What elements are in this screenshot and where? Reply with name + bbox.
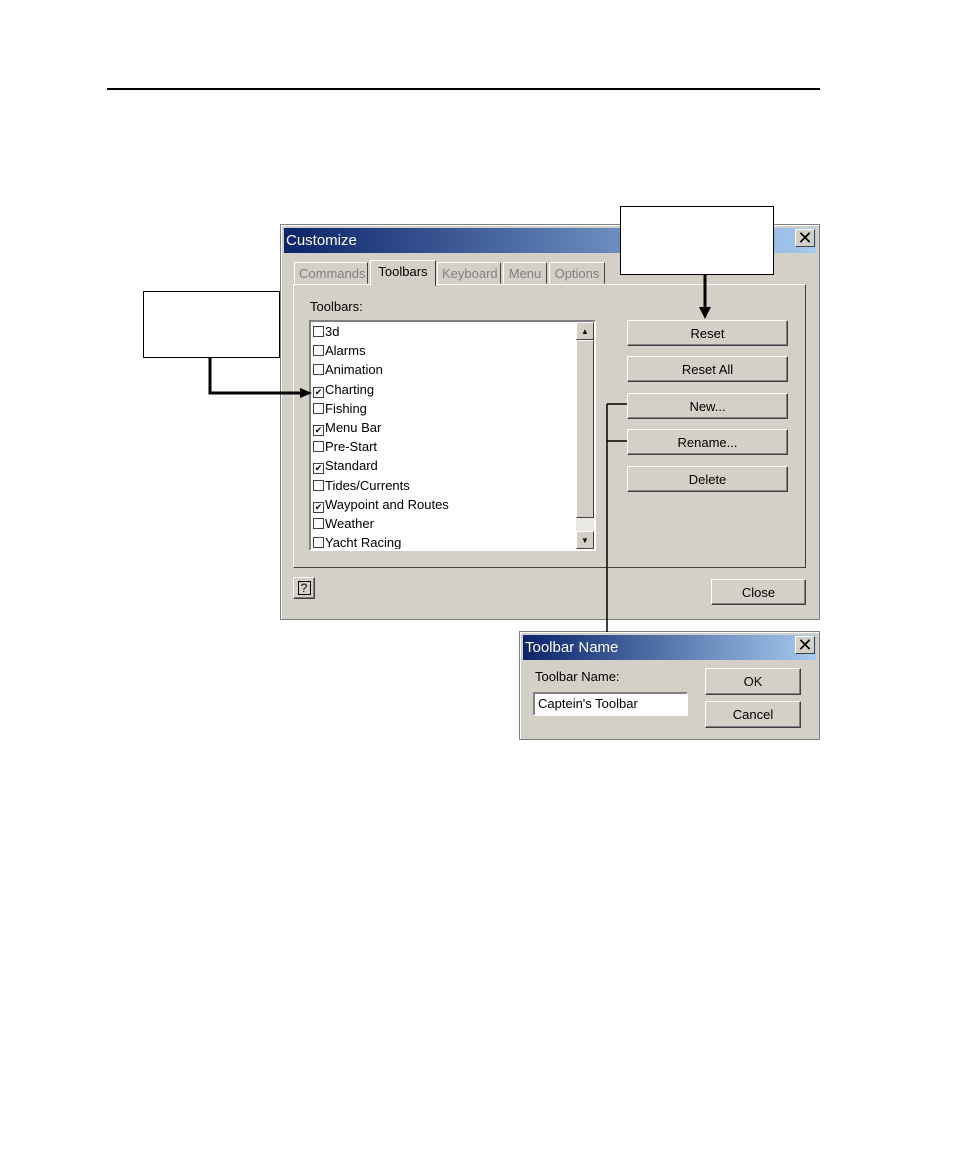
- toolbar-name-field-label: Toolbar Name:: [535, 669, 620, 684]
- scroll-up-icon[interactable]: ▲: [576, 322, 594, 340]
- toolbars-listbox[interactable]: 3d Alarms Animation ✔ Charting Fishing ✔ Menu B…: [309, 320, 596, 551]
- rename-button[interactable]: Rename...: [627, 429, 788, 455]
- toolbar-item-label: Menu Bar: [325, 420, 382, 435]
- toolbar-list-item[interactable]: Fishing: [313, 399, 367, 418]
- toolbar-list-item[interactable]: 3d: [313, 322, 339, 341]
- tab-commands[interactable]: Commands: [294, 262, 368, 284]
- toolbar-item-label: Waypoint and Routes: [325, 496, 449, 512]
- close-button[interactable]: Close: [711, 579, 806, 605]
- checkbox-unchecked-icon[interactable]: [313, 364, 324, 376]
- dialog-close-icon[interactable]: ✕: [795, 636, 815, 654]
- toolbar-item-label: Weather: [325, 516, 374, 531]
- reset-all-button[interactable]: Reset All: [627, 356, 788, 382]
- tab-options[interactable]: Options: [549, 262, 605, 284]
- ok-button[interactable]: OK: [705, 668, 801, 695]
- toolbar-list-item[interactable]: Animation: [313, 360, 383, 379]
- scroll-down-icon[interactable]: ▼: [576, 531, 594, 549]
- checkbox-unchecked-icon[interactable]: [313, 326, 324, 337]
- checkbox-unchecked-icon[interactable]: [313, 345, 324, 357]
- toolbar-list-item[interactable]: Tides/Currents: [313, 476, 410, 495]
- toolbar-item-label: Fishing: [325, 400, 367, 416]
- toolbar-item-label: Charting: [325, 381, 375, 397]
- checkbox-unchecked-icon[interactable]: [313, 518, 324, 529]
- checkbox-unchecked-icon[interactable]: [313, 402, 324, 414]
- toolbar-name-titlebar: Toolbar Name: [523, 635, 816, 660]
- toolbar-item-label: Tides/Currents: [325, 477, 410, 493]
- checkbox-unchecked-icon[interactable]: [313, 441, 324, 453]
- delete-button[interactable]: Delete: [627, 466, 788, 492]
- toolbar-list-item[interactable]: Alarms: [313, 341, 365, 360]
- toolbar-item-label: Alarms: [325, 343, 366, 359]
- toolbar-list-item[interactable]: ✔ Standard: [313, 456, 378, 475]
- toolbar-list-item[interactable]: ✔ Menu Bar: [313, 418, 381, 437]
- toolbar-list-item[interactable]: Pre-Start: [313, 437, 377, 456]
- scroll-thumb[interactable]: [576, 340, 594, 518]
- toolbar-list-item[interactable]: Weather: [313, 514, 374, 533]
- cancel-button[interactable]: Cancel: [705, 701, 801, 728]
- toolbar-item-label: Animation: [325, 362, 383, 378]
- help-button[interactable]: ?: [293, 577, 315, 599]
- toolbar-list-item[interactable]: ✔ Waypoint and Routes: [313, 495, 449, 514]
- toolbar-name-title: Toolbar Name: [525, 639, 619, 656]
- checkbox-checked-icon[interactable]: ✔: [313, 425, 324, 436]
- customize-title: Customize: [286, 232, 357, 249]
- toolbar-item-label: Pre-Start: [325, 439, 378, 455]
- callout-box-right: [620, 206, 774, 275]
- close-icon[interactable]: ✕: [795, 229, 815, 247]
- new-button[interactable]: New...: [627, 393, 788, 419]
- toolbar-item-label: Yacht Racing: [325, 535, 402, 551]
- checkbox-checked-icon[interactable]: ✔: [313, 386, 324, 398]
- toolbar-item-label: Standard: [325, 458, 378, 474]
- checkbox-unchecked-icon[interactable]: [313, 537, 324, 549]
- callout-box-left: [143, 291, 280, 358]
- toolbar-name-input[interactable]: Captein's Toolbar: [533, 692, 688, 716]
- toolbar-list-item[interactable]: Yacht Racing: [313, 533, 402, 551]
- tab-toolbars[interactable]: Toolbars: [370, 260, 436, 286]
- page-top-rule: [107, 88, 820, 90]
- tab-menu[interactable]: Menu: [503, 262, 547, 284]
- checkbox-checked-icon[interactable]: ✔: [313, 463, 324, 475]
- checkbox-unchecked-icon[interactable]: [313, 479, 324, 491]
- help-icon: ?: [297, 581, 311, 595]
- toolbars-list-label: Toolbars:: [310, 299, 363, 314]
- toolbar-list-item[interactable]: ✔ Charting: [313, 380, 374, 399]
- checkbox-checked-icon[interactable]: ✔: [313, 501, 324, 513]
- reset-button[interactable]: Reset: [627, 320, 788, 346]
- tab-keyboard[interactable]: Keyboard: [437, 262, 501, 284]
- toolbar-item-label: 3d: [325, 324, 340, 339]
- list-scrollbar[interactable]: ▲ ▼: [576, 322, 594, 549]
